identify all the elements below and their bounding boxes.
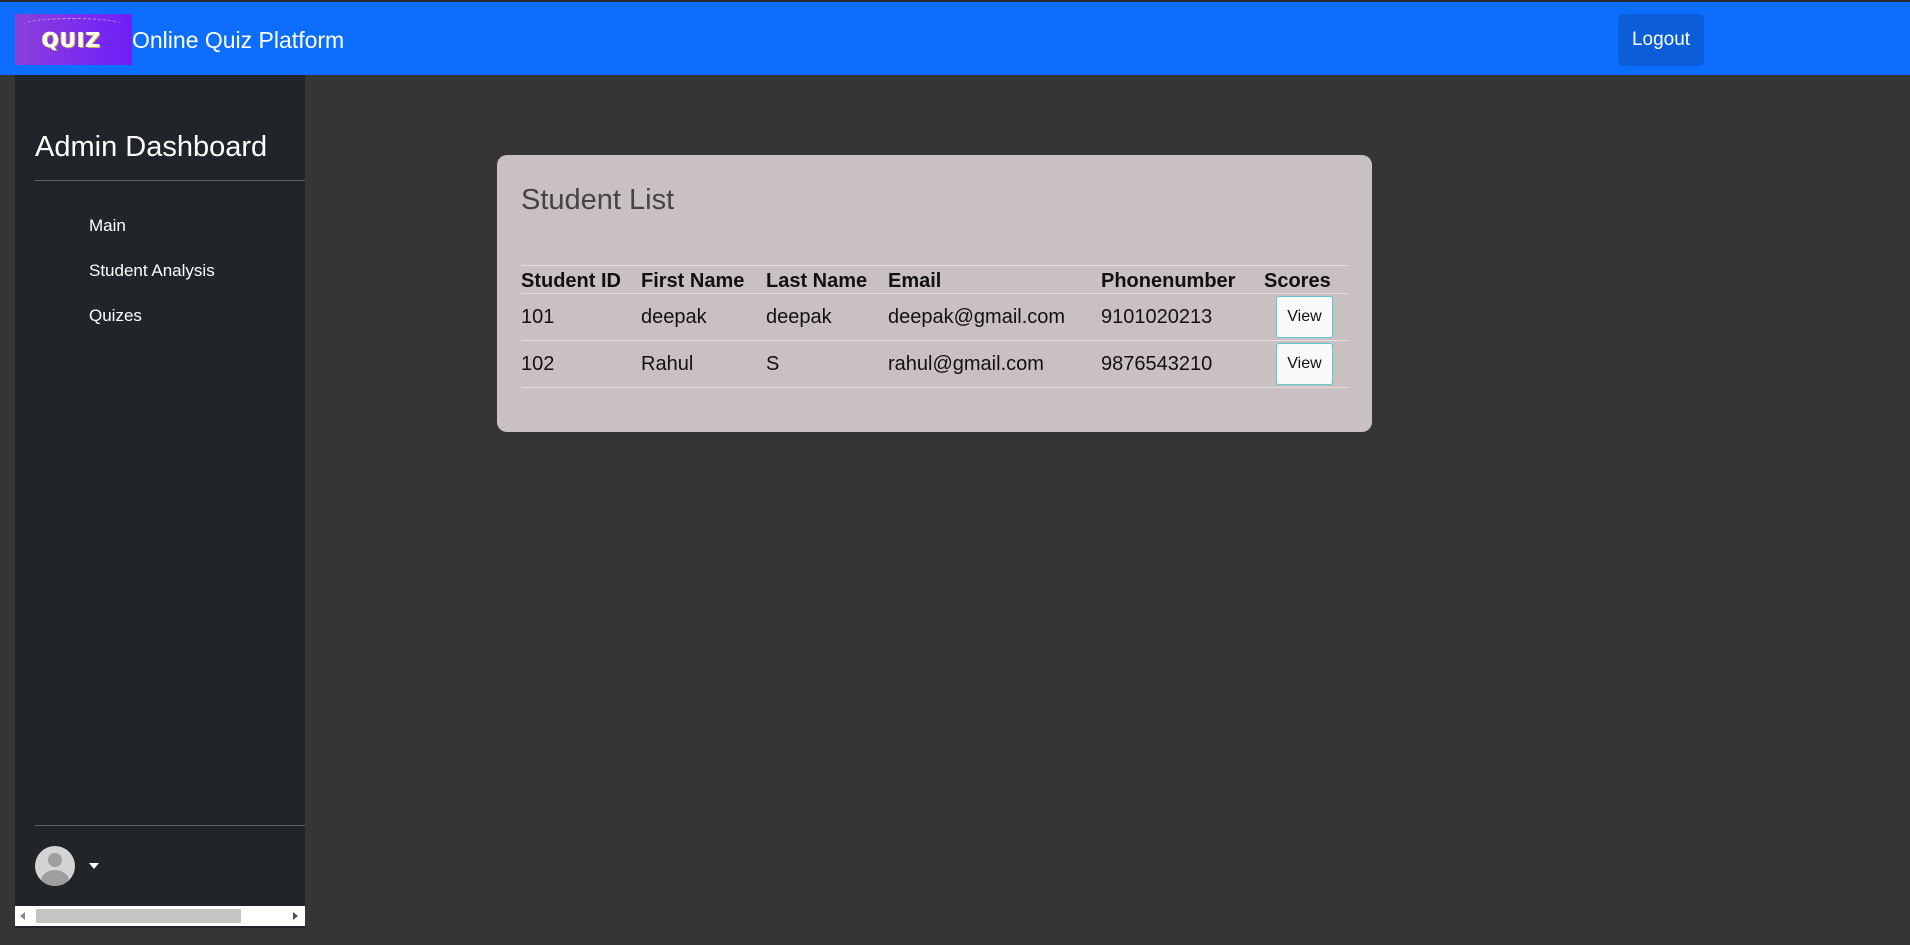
cell-first-name: deepak — [641, 293, 766, 341]
cell-last-name: S — [766, 340, 888, 388]
cell-student-id: 102 — [521, 340, 641, 388]
column-header-scores: Scores — [1264, 265, 1348, 294]
app-title[interactable]: Online Quiz Platform — [132, 26, 344, 54]
column-header-student-id: Student ID — [521, 265, 641, 294]
avatar[interactable] — [35, 846, 75, 886]
cell-phone: 9876543210 — [1101, 340, 1264, 388]
sidebar-item-student-analysis[interactable]: Student Analysis — [89, 260, 215, 282]
scroll-left-arrow-icon[interactable] — [20, 912, 25, 920]
scrollbar-thumb[interactable] — [36, 909, 241, 923]
cell-email: rahul@gmail.com — [888, 340, 1101, 388]
column-header-phonenumber: Phonenumber — [1101, 265, 1264, 294]
table-row: 102 Rahul S rahul@gmail.com 9876543210 V… — [521, 340, 1348, 388]
quiz-logo[interactable]: QUIZ — [15, 14, 132, 65]
cell-email: deepak@gmail.com — [888, 293, 1101, 341]
sidebar-horizontal-scrollbar[interactable] — [15, 906, 305, 926]
cell-last-name: deepak — [766, 293, 888, 341]
sidebar: Admin Dashboard Main Student Analysis Qu… — [15, 75, 305, 928]
chevron-down-icon[interactable] — [89, 863, 99, 869]
cell-phone: 9101020213 — [1101, 293, 1264, 341]
table-header-row: Student ID First Name Last Name Email Ph… — [521, 265, 1348, 294]
student-list-card: Student List Student ID First Name Last … — [497, 155, 1372, 432]
scroll-right-arrow-icon[interactable] — [293, 912, 298, 920]
column-header-email: Email — [888, 265, 1101, 294]
table-row: 101 deepak deepak deepak@gmail.com 91010… — [521, 293, 1348, 341]
column-header-first-name: First Name — [641, 265, 766, 294]
card-title: Student List — [521, 184, 675, 216]
sidebar-divider — [35, 180, 305, 181]
sidebar-item-quizes[interactable]: Quizes — [89, 305, 142, 327]
cell-scores: View — [1264, 293, 1348, 341]
top-navbar: QUIZ Online Quiz Platform Logout — [0, 0, 1910, 75]
sidebar-bottom-divider — [35, 825, 305, 826]
view-scores-button[interactable]: View — [1276, 343, 1333, 385]
avatar-head-shape — [48, 853, 62, 867]
logout-button[interactable]: Logout — [1618, 14, 1704, 66]
avatar-body-shape — [41, 870, 69, 886]
sidebar-item-main[interactable]: Main — [89, 215, 126, 237]
sidebar-title: Admin Dashboard — [35, 131, 268, 163]
cell-scores: View — [1264, 340, 1348, 388]
cell-student-id: 101 — [521, 293, 641, 341]
student-table: Student ID First Name Last Name Email Ph… — [521, 265, 1348, 388]
cell-first-name: Rahul — [641, 340, 766, 388]
logo-text: QUIZ — [41, 27, 102, 52]
view-scores-button[interactable]: View — [1276, 296, 1333, 338]
column-header-last-name: Last Name — [766, 265, 888, 294]
